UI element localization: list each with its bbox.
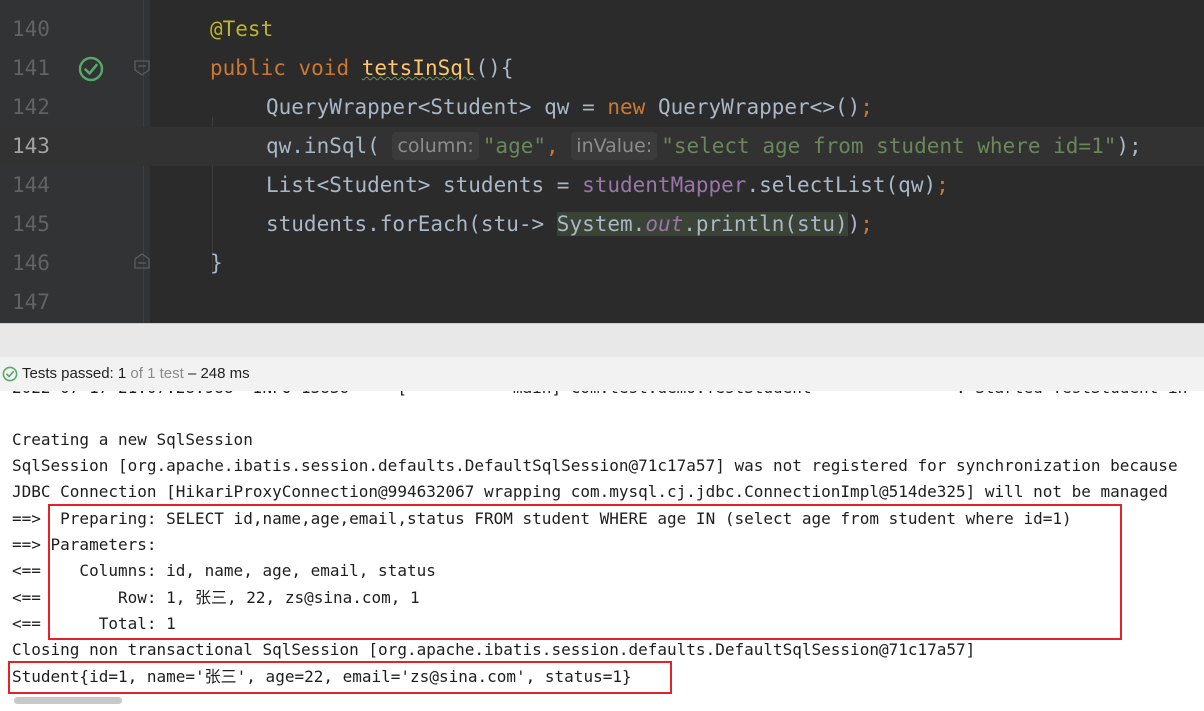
code-token: List<Student> students = [266,173,583,197]
code-text: QueryWrapper<Student> qw = new QueryWrap… [266,88,873,127]
line-number: 143 [12,134,50,158]
code-token: , [546,134,572,158]
code-text: } [210,244,223,283]
test-status-bar: Tests passed: 1 of 1 test – 248 ms [0,357,1204,391]
code-line[interactable]: 147 [0,283,1204,322]
line-number: 146 [12,251,50,275]
result-highlight-box [8,661,672,694]
code-token: QueryWrapper<>() [657,95,861,119]
status-prefix: Tests passed: [22,365,118,382]
code-token: out [645,212,684,236]
fold-end-icon[interactable] [133,252,151,270]
code-token: "select age from student where id=1" [661,134,1117,158]
panel-splitter[interactable] [0,323,1204,358]
code-editor[interactable]: 140 @Test 141 public void tetsInSql(){ 142 Qu… [0,0,1204,323]
code-text: students.forEach(stu-> System.out.printl… [266,205,873,244]
line-number: 147 [12,290,50,314]
code-line[interactable]: 140 @Test [0,10,1204,49]
console-line: Creating a new SqlSession [12,430,253,449]
code-token: tetsInSql [361,56,476,80]
code-token: ); [1116,134,1142,158]
code-token: ; [860,95,873,119]
code-text: List<Student> students = studentMapper.s… [266,166,949,205]
test-passed-run-icon[interactable] [78,56,104,82]
fold-method-icon[interactable] [133,59,151,77]
code-token: .println(stu) [683,212,848,236]
console-line: SqlSession [org.apache.ibatis.session.de… [12,456,1178,475]
sql-log-highlight-box [48,504,1122,640]
code-token: qw.inSql( [266,134,393,158]
status-duration: – 248 ms [183,365,250,382]
code-text: @Test [210,10,273,49]
code-token: QueryWrapper<Student> qw = [266,95,608,119]
code-token: students.forEach(stu-> [266,212,557,236]
code-line[interactable]: 145 students.forEach(stu-> System.out.pri… [0,205,1204,244]
code-token: public [210,56,299,80]
code-token: studentMapper [582,173,747,197]
line-number: 144 [12,173,50,197]
console-line: Closing non transactional SqlSession [or… [12,640,976,659]
code-text: public void tetsInSql(){ [210,49,513,88]
horizontal-scrollbar[interactable] [14,697,122,704]
tests-passed-icon [2,366,18,382]
code-line[interactable]: 141 public void tetsInSql(){ [0,49,1204,88]
parameter-hint: inValue: [571,132,658,160]
console-output[interactable]: 2022-07-17 21:07:28.988 INFO 13836 --- [… [0,391,1204,711]
status-of-text: of 1 test [126,365,184,382]
code-line[interactable]: 144 List<Student> students = studentMappe… [0,166,1204,205]
code-line[interactable]: 142 QueryWrapper<Student> qw = new QueryW… [0,88,1204,127]
code-token: ; [860,212,873,236]
code-line[interactable]: 146} [0,244,1204,283]
console-line: 2022-07-17 21:07:28.988 INFO 13836 --- [… [12,391,1187,401]
parameter-hint: column: [392,132,479,160]
code-line[interactable]: 143 qw.inSql( column: "age", inValue: "sele… [0,127,1204,166]
code-token: } [210,251,223,275]
code-text: qw.inSql( column: "age", inValue: "select … [266,127,1142,166]
line-number: 141 [12,56,50,80]
code-token: .selectList(qw) [746,173,937,197]
line-number: 145 [12,212,50,236]
code-token: "age" [482,134,546,158]
line-number: 142 [12,95,50,119]
code-token: System. [556,212,646,236]
code-token: ; [936,173,949,197]
line-number: 140 [12,17,50,41]
code-token: new [607,95,658,119]
code-token: (){ [475,56,514,80]
code-token: void [298,56,362,80]
code-token: @Test [210,17,274,41]
tests-passed-text: Tests passed: 1 of 1 test – 248 ms [22,357,250,391]
code-token: ) [847,212,861,236]
status-count: 1 [117,365,127,382]
console-line: JDBC Connection [HikariProxyConnection@9… [12,482,1168,501]
